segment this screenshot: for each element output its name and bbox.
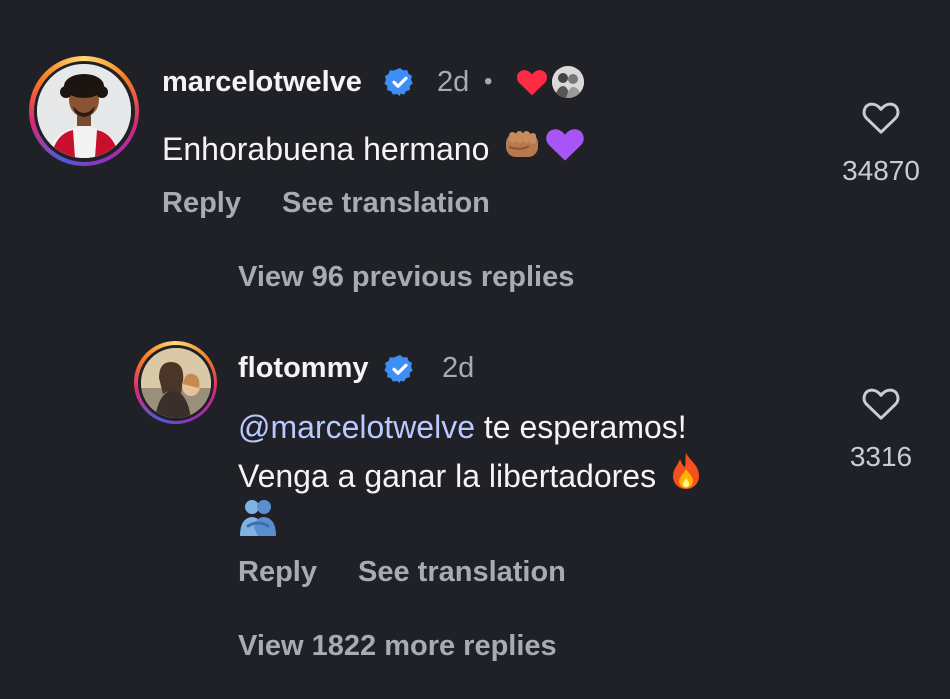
verified-badge-icon: [384, 353, 416, 385]
reply-text-2: Venga a ganar la libertadores: [238, 457, 657, 494]
avatar-flotommy[interactable]: [134, 341, 217, 424]
hugging-people-icon: [238, 498, 278, 541]
reply-text-line2: Venga a ganar la libertadores: [238, 451, 704, 500]
view-previous-replies-button[interactable]: View 96 previous replies: [238, 259, 574, 295]
author-avatar-mini: [552, 66, 584, 98]
reply-text-line1: @marcelotwelve te esperamos!: [238, 407, 687, 447]
profile-photo-icon: [140, 347, 211, 418]
comment-text: Enhorabuena hermano: [162, 130, 490, 167]
comment-username[interactable]: marcelotwelve: [162, 64, 362, 100]
reply-like-heart-icon[interactable]: [861, 385, 901, 426]
reply-time: 2d: [442, 352, 475, 384]
reply-text-1: te esperamos!: [475, 409, 687, 445]
fist-icon: [503, 127, 541, 170]
separator-dot: •: [484, 68, 493, 95]
like-heart-icon[interactable]: [861, 99, 901, 140]
reply-reply-button[interactable]: Reply: [238, 554, 317, 590]
reply-see-translation-button[interactable]: See translation: [358, 554, 566, 590]
fire-icon: [668, 451, 704, 500]
verified-badge-icon: [384, 66, 416, 98]
profile-photo-icon: [37, 64, 131, 158]
avatar-marcelotwelve[interactable]: [29, 56, 139, 166]
view-more-replies-button[interactable]: View 1822 more replies: [238, 628, 557, 664]
reply-username[interactable]: flotommy: [238, 350, 369, 386]
see-translation-button[interactable]: See translation: [282, 185, 490, 221]
comment-text-row: Enhorabuena hermano: [162, 126, 585, 171]
purple-heart-icon: [545, 126, 585, 171]
reply-like-count: 3316: [849, 441, 913, 472]
liked-by-author-heart-icon: [516, 68, 548, 101]
comment-time: 2d: [437, 66, 470, 98]
reply-button[interactable]: Reply: [162, 185, 241, 221]
like-count: 34870: [842, 155, 920, 186]
mention-link[interactable]: @marcelotwelve: [238, 409, 475, 445]
